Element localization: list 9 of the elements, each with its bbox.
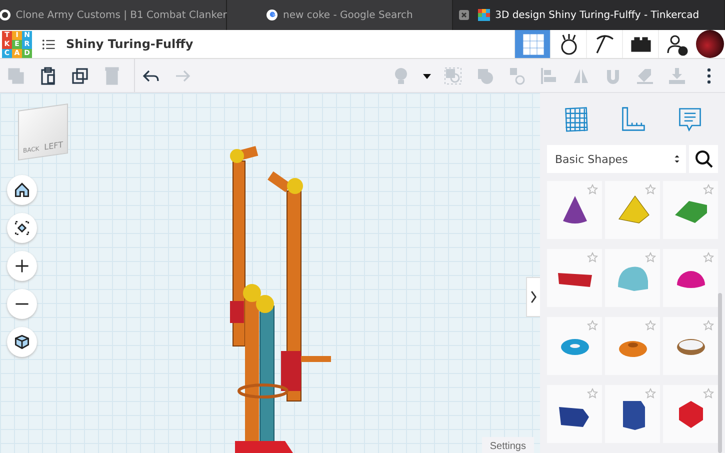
settings-button[interactable]: Settings	[482, 437, 534, 453]
browser-tab[interactable]: 3D design Shiny Turing-Fulffy - Tinkercad	[453, 0, 725, 30]
tab-title: new coke - Google Search	[283, 10, 413, 20]
tab-title: 3D design Shiny Turing-Fulffy - Tinkercad	[495, 10, 700, 20]
cube-face-label: LEFT	[44, 140, 63, 152]
browser-tab[interactable]: Clone Army Customs | B1 Combat Clanker	[0, 0, 227, 30]
design-name[interactable]: Shiny Turing-Fulffy	[66, 37, 514, 51]
tab-title: Clone Army Customs | B1 Combat Clanker	[16, 10, 227, 20]
shape-category-select[interactable]: Basic Shapes	[547, 145, 686, 173]
